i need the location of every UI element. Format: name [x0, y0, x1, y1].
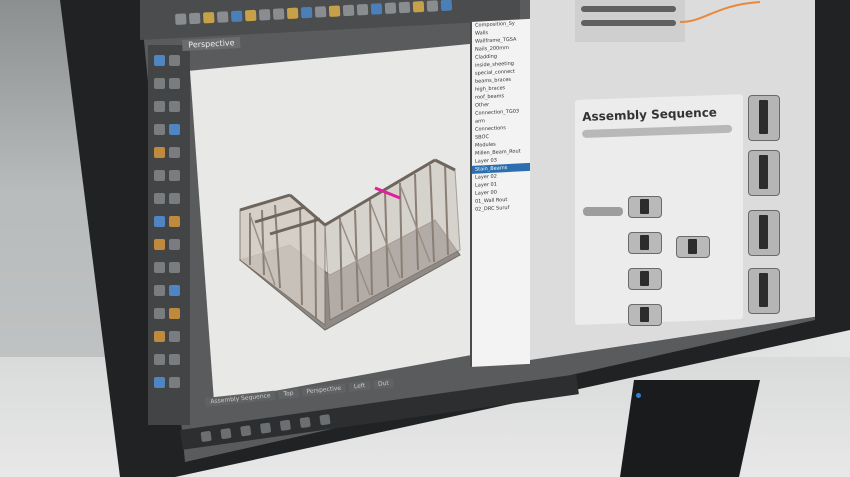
print-icon[interactable]: [216, 11, 229, 23]
join-icon[interactable]: [154, 262, 165, 273]
text-icon[interactable]: [169, 354, 180, 365]
render-icon[interactable]: [384, 2, 397, 14]
split-icon[interactable]: [169, 239, 180, 250]
curve-icon[interactable]: [169, 78, 180, 89]
explorer-icon[interactable]: [259, 422, 272, 434]
explode-icon[interactable]: [169, 262, 180, 273]
gh-component-node[interactable]: [628, 196, 662, 218]
new-file-icon[interactable]: [175, 13, 187, 25]
cut-icon[interactable]: [230, 10, 243, 23]
cylinder-icon[interactable]: [169, 170, 180, 181]
layer-item[interactable]: 02_DRC Suruf: [472, 203, 530, 214]
side-toolbar: [148, 45, 190, 425]
pan-icon[interactable]: [300, 6, 313, 19]
copy-icon[interactable]: [169, 285, 180, 296]
gh-wire: [680, 1, 760, 23]
circle-icon[interactable]: [154, 101, 165, 112]
point-icon[interactable]: [154, 55, 165, 66]
zoom-icon[interactable]: [328, 5, 341, 17]
loft-icon[interactable]: [169, 193, 180, 204]
options-icon[interactable]: [412, 0, 425, 13]
block-icon[interactable]: [169, 377, 180, 388]
rotate-icon[interactable]: [154, 308, 165, 319]
gh-output-component[interactable]: [748, 95, 780, 141]
box-icon[interactable]: [169, 147, 180, 158]
trim-icon[interactable]: [154, 239, 165, 250]
gh-output-component[interactable]: [748, 150, 780, 196]
light-icon[interactable]: [398, 1, 411, 14]
task-view-icon[interactable]: [240, 425, 252, 437]
surface-icon[interactable]: [154, 147, 165, 158]
gh-output-component[interactable]: [748, 268, 780, 314]
polyline-icon[interactable]: [154, 78, 165, 89]
start-icon[interactable]: [200, 430, 212, 443]
gh-component-node[interactable]: [676, 236, 710, 258]
rotate-icon[interactable]: [314, 6, 327, 18]
array-icon[interactable]: [169, 331, 180, 342]
help-icon[interactable]: [426, 0, 439, 12]
gh-parameter-bar[interactable]: [581, 6, 676, 12]
gh-component-node[interactable]: [628, 304, 662, 326]
browser-icon[interactable]: [319, 414, 331, 426]
copy-icon[interactable]: [244, 9, 257, 22]
dimension-icon[interactable]: [154, 354, 165, 365]
gh-output-component[interactable]: [748, 210, 780, 256]
extrude-icon[interactable]: [154, 193, 165, 204]
redo-icon[interactable]: [286, 7, 299, 20]
gh-parameter-bar[interactable]: [581, 20, 676, 26]
mirror-icon[interactable]: [154, 331, 165, 342]
grasshopper-app-icon[interactable]: [299, 416, 311, 429]
properties-icon[interactable]: [370, 3, 383, 15]
layers-panel[interactable]: Composition_Sy Walls Wallframe_TGSA Nails_2…: [470, 18, 530, 368]
arc-icon[interactable]: [169, 101, 180, 112]
gh-component-node[interactable]: [628, 268, 662, 290]
fillet-icon[interactable]: [169, 216, 180, 227]
save-icon[interactable]: [202, 11, 215, 24]
scale-icon[interactable]: [169, 308, 180, 319]
timber-frame-model[interactable]: [230, 150, 470, 340]
line-icon[interactable]: [169, 55, 180, 66]
zoom-extents-icon[interactable]: [342, 4, 355, 17]
boolean-icon[interactable]: [154, 216, 165, 227]
hatch-icon[interactable]: [154, 377, 165, 388]
undo-icon[interactable]: [272, 8, 285, 20]
polygon-icon[interactable]: [169, 124, 180, 135]
move-icon[interactable]: [154, 285, 165, 296]
gh-number-slider[interactable]: [583, 207, 623, 216]
sphere-icon[interactable]: [154, 170, 165, 181]
gh-top-group: [575, 0, 685, 42]
grasshopper-icon[interactable]: [440, 0, 453, 12]
rectangle-icon[interactable]: [154, 124, 165, 135]
gh-component-node[interactable]: [628, 232, 662, 254]
search-icon[interactable]: [220, 427, 232, 440]
rhino-app-icon[interactable]: [279, 419, 292, 431]
layer-icon[interactable]: [356, 3, 369, 16]
paste-icon[interactable]: [258, 9, 271, 21]
power-led: [636, 393, 641, 398]
monitor-stand: [620, 380, 760, 477]
open-file-icon[interactable]: [188, 12, 201, 25]
